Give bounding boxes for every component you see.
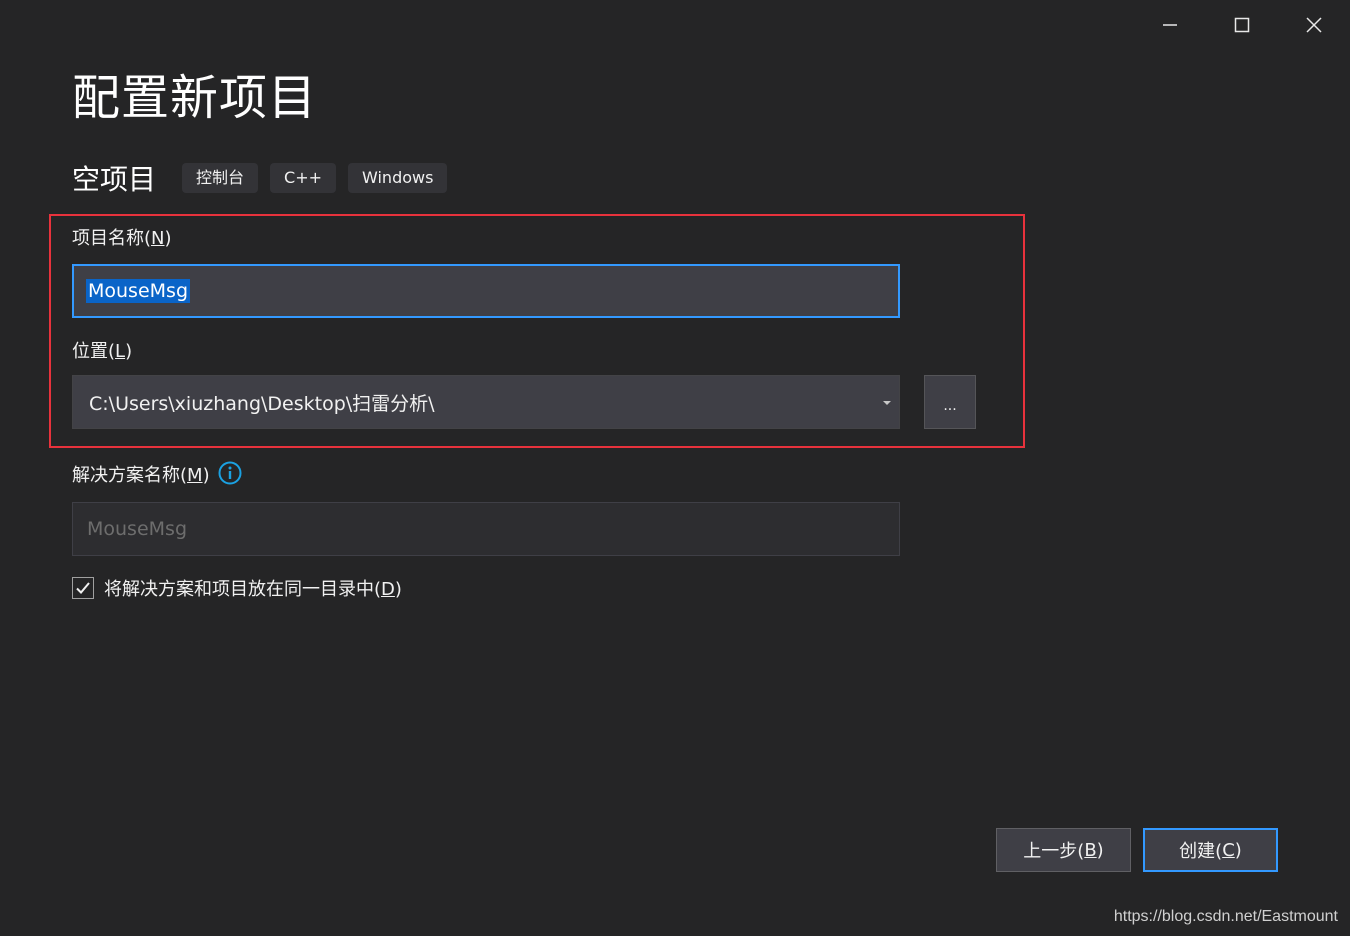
location-select[interactable]: C:\Users\xiuzhang\Desktop\扫雷分析\ bbox=[72, 375, 900, 429]
tag-cpp: C++ bbox=[270, 163, 337, 193]
close-icon bbox=[1306, 17, 1322, 33]
same-directory-checkbox[interactable] bbox=[72, 577, 94, 599]
maximize-icon bbox=[1234, 17, 1250, 33]
window-controls bbox=[1134, 0, 1350, 50]
template-info: 空项目 控制台 C++ Windows bbox=[72, 158, 459, 198]
tag-console: 控制台 bbox=[182, 163, 259, 193]
solution-name-placeholder: MouseMsg bbox=[87, 518, 188, 540]
location-value: C:\Users\xiuzhang\Desktop\扫雷分析\ bbox=[89, 392, 435, 415]
project-name-input[interactable]: MouseMsg bbox=[72, 264, 900, 318]
browse-button[interactable]: ... bbox=[924, 375, 976, 429]
checkmark-icon bbox=[76, 582, 90, 594]
same-directory-option[interactable]: 将解决方案和项目放在同一目录中(D) bbox=[72, 575, 402, 601]
page-title: 配置新项目 bbox=[72, 70, 318, 126]
solution-name-label: 解决方案名称(M) bbox=[72, 465, 210, 486]
minimize-button[interactable] bbox=[1134, 0, 1206, 50]
location-label: 位置(L) bbox=[72, 341, 133, 362]
project-name-value: MouseMsg bbox=[86, 279, 191, 303]
back-button[interactable]: 上一步(B) bbox=[996, 828, 1131, 872]
maximize-button[interactable] bbox=[1206, 0, 1278, 50]
info-icon[interactable] bbox=[218, 461, 242, 485]
solution-name-input[interactable]: MouseMsg bbox=[72, 502, 900, 556]
dropdown-arrow-icon bbox=[883, 401, 891, 405]
project-name-label: 项目名称(N) bbox=[72, 228, 172, 249]
template-name: 空项目 bbox=[72, 163, 157, 196]
watermark: https://blog.csdn.net/Eastmount bbox=[1113, 908, 1338, 925]
tag-windows: Windows bbox=[348, 163, 448, 193]
close-button[interactable] bbox=[1278, 0, 1350, 50]
create-button[interactable]: 创建(C) bbox=[1143, 828, 1278, 872]
same-directory-label: 将解决方案和项目放在同一目录中(D) bbox=[104, 579, 402, 600]
minimize-icon bbox=[1163, 24, 1177, 26]
